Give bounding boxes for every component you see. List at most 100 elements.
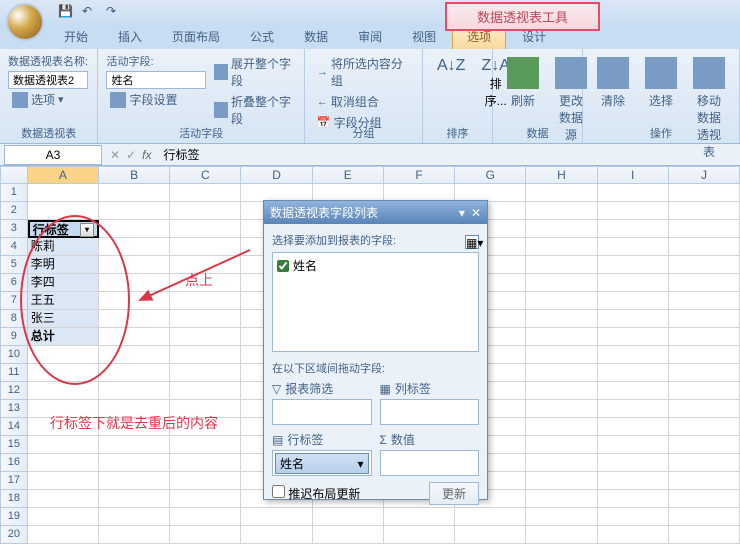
- panel-titlebar[interactable]: 数据透视表字段列表 ▾✕: [264, 201, 487, 224]
- row-header[interactable]: 3: [0, 220, 28, 238]
- cell[interactable]: [99, 364, 170, 382]
- cell[interactable]: [669, 328, 740, 346]
- move-button[interactable]: 移动数据透视表: [687, 53, 731, 164]
- cell[interactable]: [669, 220, 740, 238]
- col-header[interactable]: A: [28, 166, 99, 184]
- cell[interactable]: [526, 328, 597, 346]
- cell[interactable]: [170, 454, 241, 472]
- cell[interactable]: [669, 256, 740, 274]
- cell[interactable]: [99, 508, 170, 526]
- field-item[interactable]: 姓名: [277, 257, 474, 274]
- chevron-down-icon[interactable]: ▾: [357, 457, 363, 471]
- row-header[interactable]: 4: [0, 238, 28, 256]
- cell[interactable]: [28, 490, 99, 508]
- tab-page-layout[interactable]: 页面布局: [158, 24, 234, 49]
- defer-layout-checkbox[interactable]: 推迟布局更新: [272, 485, 360, 502]
- tab-formulas[interactable]: 公式: [236, 24, 288, 49]
- col-header[interactable]: D: [241, 166, 312, 184]
- cell[interactable]: 行标签▾: [28, 220, 99, 238]
- cell[interactable]: [170, 382, 241, 400]
- cell[interactable]: [170, 310, 241, 328]
- row-header[interactable]: 5: [0, 256, 28, 274]
- cell[interactable]: [28, 364, 99, 382]
- cell[interactable]: [99, 346, 170, 364]
- select-button[interactable]: 选择: [639, 53, 683, 164]
- cell[interactable]: [99, 472, 170, 490]
- cell[interactable]: [598, 418, 669, 436]
- col-header[interactable]: E: [313, 166, 384, 184]
- area-column-labels[interactable]: ▦列标签: [380, 380, 480, 425]
- tab-review[interactable]: 审阅: [344, 24, 396, 49]
- clear-button[interactable]: 清除: [591, 53, 635, 164]
- cell[interactable]: [669, 184, 740, 202]
- cell[interactable]: [526, 400, 597, 418]
- cell[interactable]: [99, 238, 170, 256]
- cell[interactable]: [170, 346, 241, 364]
- cell[interactable]: [669, 292, 740, 310]
- cell[interactable]: [99, 436, 170, 454]
- cell[interactable]: [598, 400, 669, 418]
- cell[interactable]: [669, 418, 740, 436]
- cell[interactable]: [598, 436, 669, 454]
- cell[interactable]: [526, 454, 597, 472]
- tab-home[interactable]: 开始: [50, 24, 102, 49]
- cell[interactable]: [526, 508, 597, 526]
- cell[interactable]: [598, 454, 669, 472]
- cell[interactable]: [598, 382, 669, 400]
- col-header[interactable]: B: [99, 166, 170, 184]
- cell[interactable]: [170, 292, 241, 310]
- col-header[interactable]: H: [526, 166, 597, 184]
- cell[interactable]: [28, 508, 99, 526]
- cell[interactable]: [170, 238, 241, 256]
- cell[interactable]: [28, 346, 99, 364]
- name-box[interactable]: A3: [4, 145, 102, 165]
- cell[interactable]: [170, 220, 241, 238]
- confirm-icon[interactable]: ✓: [126, 148, 136, 162]
- cell[interactable]: 张三: [28, 310, 99, 328]
- cell[interactable]: [313, 526, 384, 544]
- cell[interactable]: [99, 256, 170, 274]
- close-icon[interactable]: ✕: [471, 206, 481, 220]
- cell[interactable]: 王五: [28, 292, 99, 310]
- row-header[interactable]: 14: [0, 418, 28, 436]
- cancel-icon[interactable]: ✕: [110, 148, 120, 162]
- cell[interactable]: [170, 526, 241, 544]
- cell[interactable]: 李四: [28, 274, 99, 292]
- cell[interactable]: [455, 526, 526, 544]
- cell[interactable]: [669, 400, 740, 418]
- cell[interactable]: [526, 418, 597, 436]
- row-area-item[interactable]: 姓名▾: [275, 453, 369, 474]
- cell[interactable]: [170, 436, 241, 454]
- row-header[interactable]: 2: [0, 202, 28, 220]
- collapse-field-button[interactable]: 折叠整个字段: [210, 91, 295, 129]
- dropdown-icon[interactable]: ▾: [459, 206, 465, 220]
- field-settings-button[interactable]: 字段设置: [106, 89, 206, 110]
- cell[interactable]: [669, 238, 740, 256]
- cell[interactable]: [99, 328, 170, 346]
- tab-data[interactable]: 数据: [290, 24, 342, 49]
- row-header[interactable]: 17: [0, 472, 28, 490]
- cell[interactable]: [669, 490, 740, 508]
- cell[interactable]: [526, 490, 597, 508]
- cell[interactable]: [669, 274, 740, 292]
- cell[interactable]: [526, 436, 597, 454]
- area-report-filter[interactable]: ▽报表筛选: [272, 380, 372, 425]
- cell[interactable]: [598, 274, 669, 292]
- cell[interactable]: [170, 508, 241, 526]
- pivot-name-input[interactable]: [8, 71, 88, 89]
- cell[interactable]: [598, 220, 669, 238]
- cell[interactable]: [598, 346, 669, 364]
- cell[interactable]: [99, 292, 170, 310]
- row-header[interactable]: 16: [0, 454, 28, 472]
- select-all-corner[interactable]: [0, 166, 28, 184]
- layout-options-icon[interactable]: ▦▾: [465, 235, 479, 249]
- ungroup-button[interactable]: ← 取消组合: [313, 91, 414, 112]
- undo-icon[interactable]: ↶: [82, 4, 100, 22]
- cell[interactable]: [598, 526, 669, 544]
- cell[interactable]: [598, 328, 669, 346]
- cell[interactable]: [526, 274, 597, 292]
- row-header[interactable]: 13: [0, 400, 28, 418]
- cell[interactable]: [669, 472, 740, 490]
- cell[interactable]: [170, 328, 241, 346]
- row-header[interactable]: 19: [0, 508, 28, 526]
